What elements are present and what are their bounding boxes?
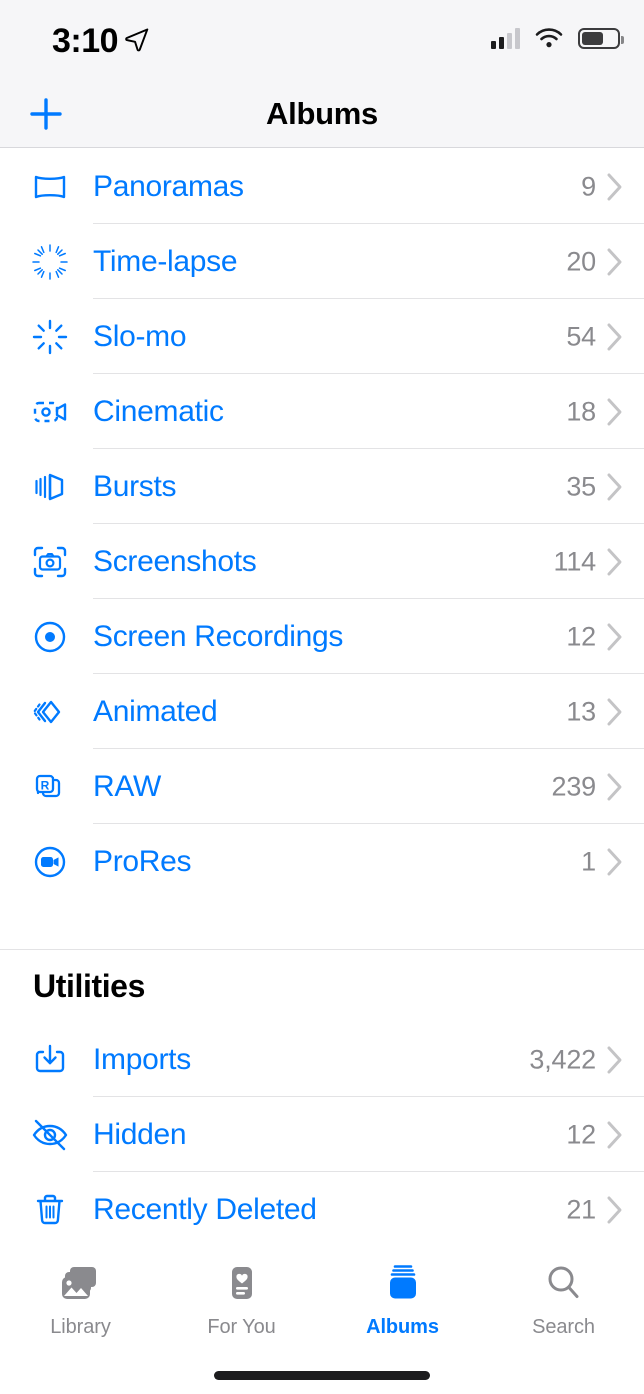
list-item-label: Cinematic <box>93 394 224 428</box>
list-item[interactable]: Imports 3,422 <box>0 1022 644 1097</box>
chevron-right-icon <box>607 1196 622 1223</box>
prores-icon <box>26 838 74 886</box>
list-item[interactable]: Time-lapse 20 <box>0 224 644 299</box>
list-item-count: 13 <box>566 696 596 726</box>
albums-stack-icon <box>377 1260 429 1308</box>
list-item-label: Screenshots <box>93 544 257 578</box>
list-item-count: 1 <box>581 846 596 876</box>
add-album-button[interactable] <box>22 90 70 138</box>
section-header-utilities: Utilities <box>33 967 145 1004</box>
section-gap <box>0 899 644 949</box>
cellular-signal-icon <box>491 27 520 49</box>
chevron-right-icon <box>607 248 622 275</box>
list-item[interactable]: Hidden 12 <box>0 1097 644 1172</box>
list-item[interactable]: R RAW 239 <box>0 749 644 824</box>
list-item-label: Panoramas <box>93 169 244 203</box>
chevron-right-icon <box>607 773 622 800</box>
status-bar-indicators <box>491 27 624 49</box>
navigation-bar: Albums <box>0 80 644 148</box>
tab-label: Search <box>532 1316 595 1338</box>
cinematic-icon <box>26 388 74 436</box>
list-item[interactable]: Recently Deleted 21 <box>0 1172 644 1247</box>
chevron-right-icon <box>607 398 622 425</box>
chevron-right-icon <box>607 1121 622 1148</box>
list-item-count: 3,422 <box>529 1044 596 1074</box>
list-item-label: Screen Recordings <box>93 619 344 653</box>
list-item[interactable]: Screenshots 114 <box>0 524 644 599</box>
list-item-label: Bursts <box>93 469 177 503</box>
raw-icon: R <box>26 763 74 811</box>
photo-stack-icon <box>55 1260 107 1308</box>
panorama-icon <box>26 163 74 211</box>
list-item-label: Animated <box>93 694 218 728</box>
status-bar: 3:10 <box>0 0 644 80</box>
list-item-count: 12 <box>566 1119 596 1149</box>
timelapse-icon <box>26 238 74 286</box>
tab-bar: Library For You Albums Search <box>0 1242 644 1394</box>
list-item-label: Hidden <box>93 1117 187 1151</box>
list-item[interactable]: Cinematic 18 <box>0 374 644 449</box>
chevron-right-icon <box>607 548 622 575</box>
wifi-icon <box>535 28 563 48</box>
list-item-count: 18 <box>566 396 596 426</box>
tab-label: Library <box>50 1316 111 1338</box>
screen-recordings-icon <box>26 613 74 661</box>
bursts-icon <box>26 463 74 511</box>
tab-albums[interactable]: Albums <box>322 1260 483 1339</box>
list-item[interactable]: Bursts 35 <box>0 449 644 524</box>
list-item-count: 35 <box>566 471 596 501</box>
svg-text:R: R <box>41 778 50 792</box>
chevron-right-icon <box>607 323 622 350</box>
location-arrow-icon <box>125 28 149 52</box>
tab-library[interactable]: Library <box>0 1260 161 1339</box>
list-item[interactable]: Panoramas 9 <box>0 149 644 224</box>
search-icon <box>538 1260 590 1308</box>
chevron-right-icon <box>607 173 622 200</box>
animated-icon <box>26 688 74 736</box>
list-item-count: 114 <box>553 546 597 576</box>
list-item-label: Slo-mo <box>93 319 187 353</box>
eye-slash-icon <box>26 1111 74 1159</box>
tab-label: Albums <box>366 1316 439 1338</box>
list-item-label: ProRes <box>93 844 192 878</box>
list-item-label: Time-lapse <box>93 244 238 278</box>
list-item-count: 54 <box>566 321 596 351</box>
chevron-right-icon <box>607 473 622 500</box>
list-item-count: 20 <box>566 246 596 276</box>
page-title: Albums <box>266 96 378 131</box>
battery-icon <box>578 27 624 49</box>
list-item-label: Imports <box>93 1042 191 1076</box>
list-item-count: 239 <box>551 771 597 801</box>
chevron-right-icon <box>607 623 622 650</box>
tab-label: For You <box>207 1316 276 1338</box>
chevron-right-icon <box>607 848 622 875</box>
list-item-label: Recently Deleted <box>93 1192 317 1226</box>
list-item[interactable]: Screen Recordings 12 <box>0 599 644 674</box>
list-item-label: RAW <box>93 769 161 803</box>
list-item[interactable]: Slo-mo 54 <box>0 299 644 374</box>
tab-for-you[interactable]: For You <box>161 1260 322 1339</box>
trash-icon <box>26 1186 74 1234</box>
photos-albums-screen: 3:10 Albums Panoramas 9 Time-lapse 20 Sl… <box>0 0 644 1394</box>
list-item-count: 12 <box>566 621 596 651</box>
chevron-right-icon <box>607 698 622 725</box>
albums-list: Panoramas 9 Time-lapse 20 Slo-mo 54 Cine… <box>0 149 644 1247</box>
import-icon <box>26 1036 74 1084</box>
list-item[interactable]: ProRes 1 <box>0 824 644 899</box>
heart-card-icon <box>216 1260 268 1308</box>
home-indicator <box>214 1371 430 1380</box>
list-item-count: 9 <box>581 171 596 201</box>
slomo-icon <box>26 313 74 361</box>
status-bar-time: 3:10 <box>52 22 119 60</box>
chevron-right-icon <box>607 1046 622 1073</box>
screenshots-icon <box>26 538 74 586</box>
list-item-count: 21 <box>566 1194 596 1224</box>
list-item[interactable]: Animated 13 <box>0 674 644 749</box>
tab-search[interactable]: Search <box>483 1260 644 1339</box>
